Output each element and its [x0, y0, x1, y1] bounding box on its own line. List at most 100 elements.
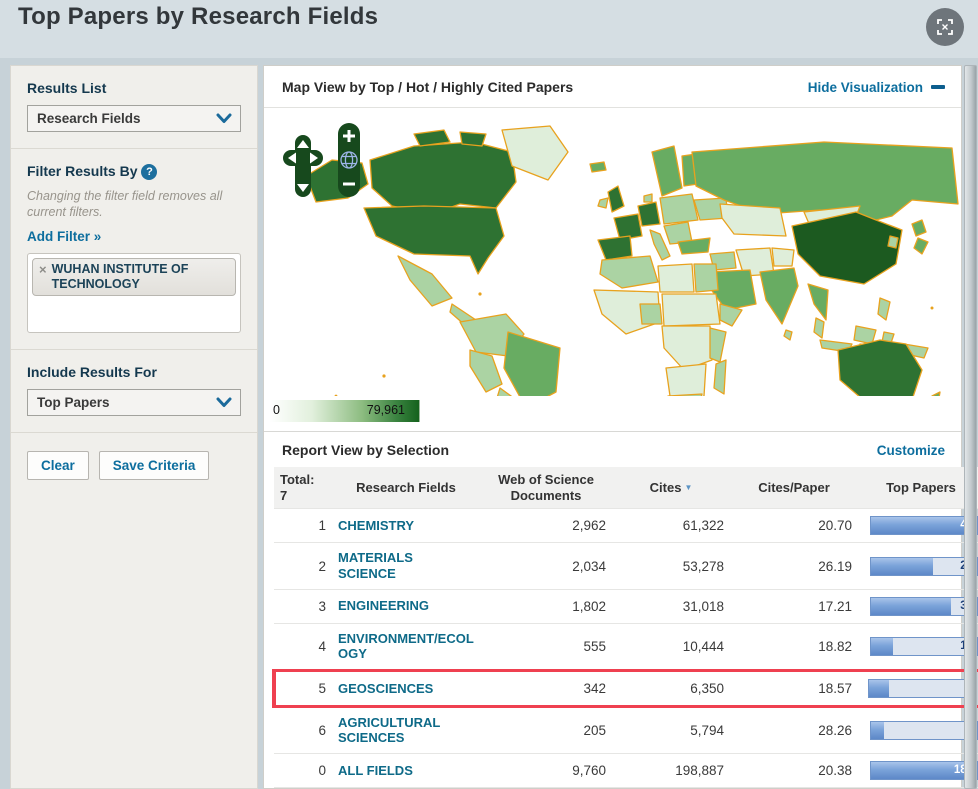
sort-desc-icon: ▼ — [684, 483, 693, 493]
results-list-dropdown[interactable]: Research Fields — [27, 105, 241, 132]
research-fields-header[interactable]: Research Fields — [332, 467, 480, 509]
include-results-section: Include Results For Top Papers — [11, 350, 257, 434]
map-pan-control[interactable] — [282, 134, 324, 198]
field-link[interactable]: ALL FIELDS — [338, 763, 413, 779]
cites-per-paper-cell: 18.82 — [730, 623, 858, 671]
help-icon[interactable]: ? — [141, 164, 158, 180]
filter-note: Changing the filter field removes all cu… — [27, 189, 223, 219]
save-criteria-button[interactable]: Save Criteria — [98, 451, 210, 481]
cites-cell: 10,444 — [612, 623, 730, 671]
docs-cell: 555 — [480, 623, 612, 671]
filter-chip-label: WUHAN INSTITUTE OF TECHNOLOGY — [51, 262, 189, 291]
table-row: 0 ALL FIELDS 9,760198,88720.38 185 — [274, 753, 978, 788]
fullscreen-button[interactable] — [926, 8, 964, 46]
expand-icon — [937, 19, 953, 35]
rank-cell: 3 — [274, 589, 332, 624]
active-filters-box: × WUHAN INSTITUTE OF TECHNOLOGY — [27, 253, 241, 334]
cites-per-paper-header[interactable]: Cites/Paper — [730, 467, 858, 509]
remove-filter-icon[interactable]: × — [39, 262, 47, 277]
top-papers-cell: 185 — [858, 753, 978, 788]
docs-cell: 205 — [480, 706, 612, 755]
docs-cell: 342 — [480, 668, 612, 708]
results-list-selected-value: Research Fields — [37, 111, 141, 126]
world-map — [264, 108, 961, 396]
cites-cell: 53,278 — [612, 542, 730, 590]
docs-cell: 9,760 — [480, 753, 612, 788]
field-cell: AGRICULTURAL SCIENCES — [332, 706, 480, 755]
field-cell: ENVIRONMENT/ECOLOGY — [332, 623, 480, 671]
top-papers-header[interactable]: Top Papers — [858, 467, 978, 509]
filter-section: Filter Results By? Changing the filter f… — [11, 149, 257, 351]
docs-cell: 1,802 — [480, 589, 612, 624]
filter-chip: × WUHAN INSTITUTE OF TECHNOLOGY — [32, 258, 236, 296]
cites-per-paper-cell: 20.38 — [730, 753, 858, 788]
top-papers-bar: 9 — [868, 678, 976, 698]
field-link[interactable]: ENVIRONMENT/ECOLOGY — [338, 631, 474, 662]
main-panel: Map View by Top / Hot / Highly Cited Pap… — [263, 65, 978, 789]
table-row: 5 GEOSCIENCES 3426,35018.57 9 — [272, 668, 978, 708]
rank-cell: 2 — [274, 542, 332, 590]
field-link[interactable]: ENGINEERING — [338, 598, 429, 614]
results-list-heading: Results List — [27, 80, 107, 96]
cites-per-paper-cell: 28.26 — [730, 706, 858, 755]
legend-max-value: 79,961 — [366, 402, 405, 417]
cites-cell: 31,018 — [612, 589, 730, 624]
docs-cell: 2,962 — [480, 508, 612, 544]
top-papers-cell: 10 — [858, 623, 978, 671]
cites-cell: 198,887 — [612, 753, 730, 788]
cites-per-paper-cell: 18.57 — [730, 668, 858, 708]
add-filter-link[interactable]: Add Filter » — [27, 229, 101, 244]
chevron-down-icon — [216, 397, 232, 408]
results-list-section: Results List Research Fields — [11, 66, 257, 149]
top-papers-cell: 28 — [858, 542, 978, 590]
map-zoom-control[interactable] — [328, 122, 370, 198]
rank-cell: 0 — [274, 753, 332, 788]
hide-visualization-link[interactable]: Hide Visualization — [808, 80, 945, 95]
content-area: Results List Research Fields Filter Resu… — [10, 65, 978, 789]
include-results-heading: Include Results For — [27, 364, 157, 381]
total-header: Total: 7 — [274, 467, 332, 509]
field-link[interactable]: CHEMISTRY — [338, 518, 414, 534]
map-legend: 0 79,961 — [264, 396, 961, 431]
cites-cell: 61,322 — [612, 508, 730, 544]
rank-cell: 5 — [272, 668, 332, 708]
legend-min-value: 0 — [273, 402, 280, 417]
sidebar-actions: Clear Save Criteria — [11, 433, 257, 496]
page-banner: Top Papers by Research Fields — [0, 0, 978, 58]
field-cell: CHEMISTRY — [332, 508, 480, 544]
clear-button[interactable]: Clear — [27, 451, 89, 481]
legend-gradient-bar: 0 79,961 — [270, 399, 420, 422]
top-papers-bar: 185 — [870, 761, 978, 780]
field-link[interactable]: AGRICULTURAL SCIENCES — [338, 715, 474, 746]
top-papers-cell: 6 — [858, 706, 978, 755]
field-link[interactable]: MATERIALS SCIENCE — [338, 550, 474, 581]
table-row: 3 ENGINEERING 1,80231,01817.21 36 — [274, 589, 978, 624]
cites-cell: 5,794 — [612, 706, 730, 755]
map-controls — [282, 116, 370, 203]
top-papers-bar: 10 — [870, 636, 978, 656]
map-view-header: Map View by Top / Hot / Highly Cited Pap… — [264, 66, 961, 108]
cites-header-sorted[interactable]: Cites ▼ — [612, 467, 730, 509]
table-row: 1 CHEMISTRY 2,96261,32220.70 48 — [274, 508, 978, 544]
top-papers-bar: 48 — [870, 516, 978, 536]
report-table-body: 1 CHEMISTRY 2,96261,32220.70 48 2MATERIALS S… — [272, 508, 978, 788]
top-papers-bar: 36 — [870, 596, 978, 616]
page-title: Top Papers by Research Fields — [18, 3, 379, 30]
include-results-dropdown[interactable]: Top Papers — [27, 389, 241, 417]
table-row: 2MATERIALS SCIENCE2,03453,27826.19 28 — [274, 542, 978, 590]
top-papers-cell: 48 — [858, 508, 978, 544]
filter-heading: Filter Results By? — [27, 163, 241, 180]
report-view-title: Report View by Selection — [282, 442, 450, 459]
rank-cell: 1 — [274, 508, 332, 544]
docs-cell: 2,034 — [480, 542, 612, 590]
cites-per-paper-cell: 20.70 — [730, 508, 858, 544]
customize-link[interactable]: Customize — [877, 443, 945, 458]
rank-cell: 6 — [274, 706, 332, 755]
cites-per-paper-cell: 17.21 — [730, 589, 858, 624]
wos-documents-header[interactable]: Web of Science Documents — [480, 467, 612, 509]
vertical-scrollbar[interactable] — [964, 65, 977, 789]
field-link[interactable]: GEOSCIENCES — [338, 681, 433, 697]
include-results-selected-value: Top Papers — [37, 395, 110, 411]
collapse-minus-icon — [931, 85, 945, 89]
table-header-row: Total: 7 Research Fields Web of Science D… — [274, 467, 978, 509]
